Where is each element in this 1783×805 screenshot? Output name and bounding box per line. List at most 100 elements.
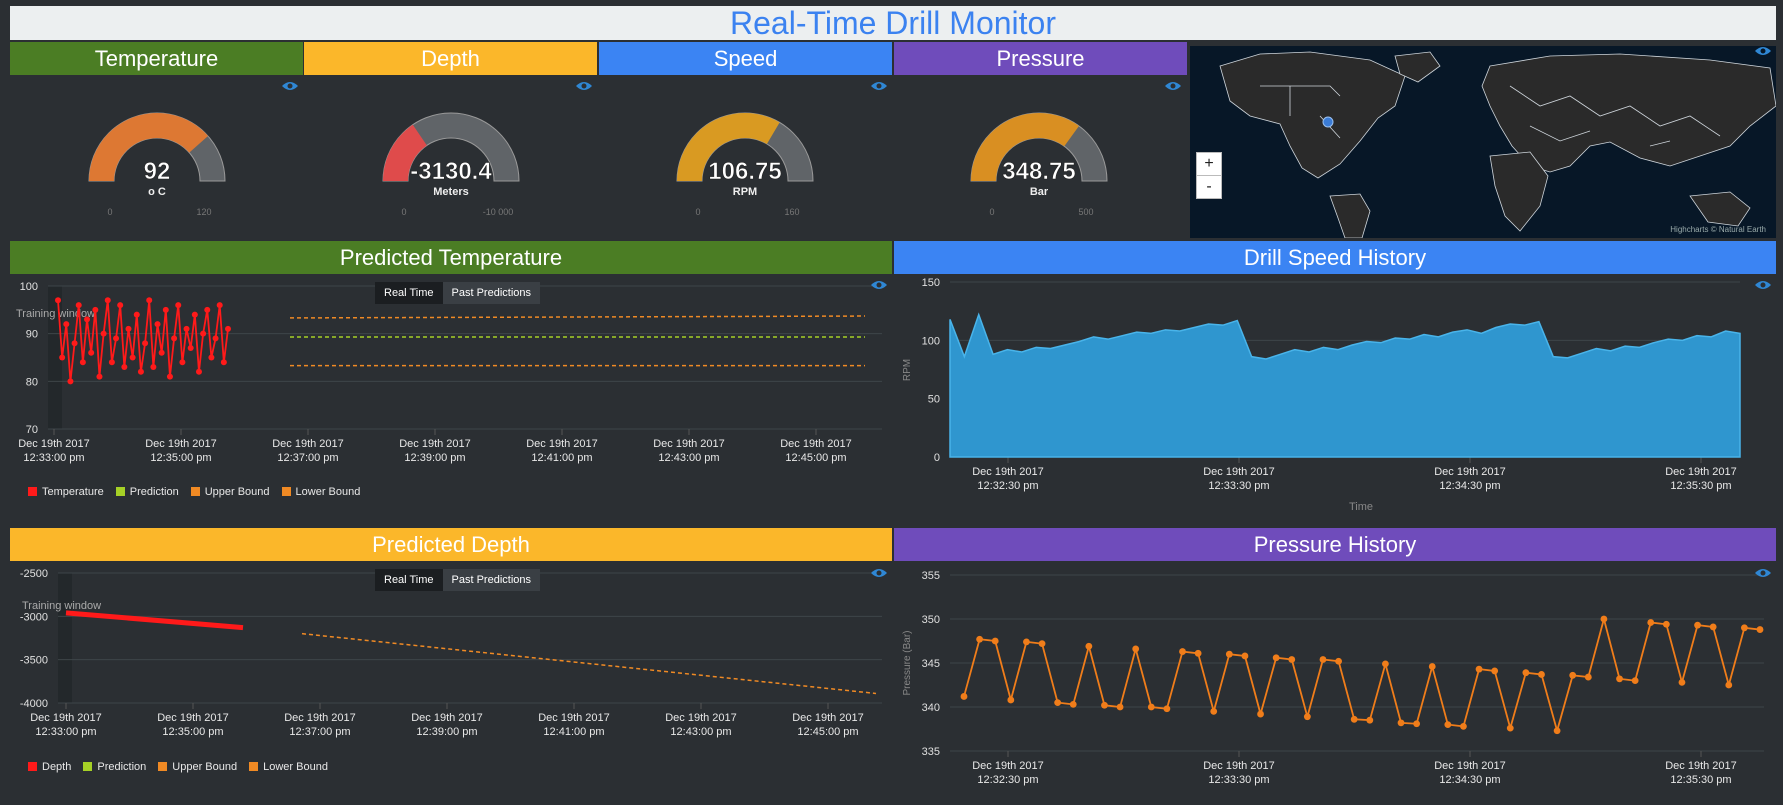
x-tick-label: Dec 19th 2017 xyxy=(653,438,725,450)
temperature-point xyxy=(117,302,124,309)
y-tick-label: 70 xyxy=(26,424,38,436)
x-tick-label: Dec 19th 2017 xyxy=(411,712,483,724)
temperature-point xyxy=(92,306,99,313)
pressure-point xyxy=(1007,696,1015,704)
x-tick-label: Dec 19th 2017 xyxy=(1434,760,1506,772)
pressure-point xyxy=(1194,649,1202,657)
predicted-temperature-eye-icon[interactable] xyxy=(870,279,888,291)
x-tick-label: 12:34:30 pm xyxy=(1439,480,1500,492)
pressure-point xyxy=(1553,727,1561,735)
pressure-point xyxy=(1257,710,1264,718)
temperature-point xyxy=(225,325,231,332)
tab-past-predictions[interactable]: Past Predictions xyxy=(442,569,541,591)
predicted-depth-eye-icon[interactable] xyxy=(870,567,888,579)
y-tick-label: -3500 xyxy=(20,655,48,667)
legend-item-depth[interactable]: Depth xyxy=(28,761,71,773)
pressure-point xyxy=(1366,716,1374,724)
temperature-point xyxy=(100,330,107,337)
y-tick-label: 100 xyxy=(922,335,940,347)
prediction-line xyxy=(301,632,877,695)
map-zoom-out-button[interactable]: - xyxy=(1196,175,1222,199)
temperature-point xyxy=(79,359,86,366)
pressure-point xyxy=(1491,667,1499,675)
pressure-eye-icon-2[interactable] xyxy=(1754,567,1772,579)
training-window-label: Training window xyxy=(16,308,95,320)
drill-speed-eye-icon[interactable] xyxy=(1754,279,1772,291)
pressure-point xyxy=(1584,673,1592,681)
temperature-point xyxy=(195,368,202,375)
y-tick-label: 80 xyxy=(26,376,38,388)
speed-eye-icon[interactable] xyxy=(870,80,888,92)
drill-location-marker xyxy=(1322,116,1334,128)
pressure-point xyxy=(1085,642,1093,650)
y-tick-label: 335 xyxy=(922,746,940,758)
pressure-point xyxy=(1116,703,1124,711)
x-tick-label: Dec 19th 2017 xyxy=(18,438,90,450)
legend-item-lower-bound[interactable]: Lower Bound xyxy=(281,486,360,498)
x-tick-label: Dec 19th 2017 xyxy=(157,712,229,724)
y-tick-label: -2500 xyxy=(20,568,48,580)
temperature-point xyxy=(166,373,173,380)
temperature-point xyxy=(63,321,70,328)
temperature-point xyxy=(171,335,178,342)
pressure-point xyxy=(1225,650,1233,658)
tab-past-predictions[interactable]: Past Predictions xyxy=(442,282,541,304)
temperature-point xyxy=(158,349,165,356)
page-title: Real-Time Drill Monitor xyxy=(10,6,1776,40)
pressure-history-header: Pressure History xyxy=(894,528,1776,561)
legend-item-upper-bound[interactable]: Upper Bound xyxy=(190,486,270,498)
depth-eye-icon[interactable] xyxy=(575,80,593,92)
speed-header: Speed xyxy=(599,42,892,75)
predicted-temperature-chart: 100 90 80 70 Dec 19th 2017 12:33:00 pm Dec 19t… xyxy=(16,281,882,464)
legend-item-prediction[interactable]: Prediction xyxy=(83,761,146,773)
pressure-point xyxy=(1038,640,1046,648)
tab-real-time[interactable]: Real Time xyxy=(375,282,443,304)
gauge-min: 0 xyxy=(989,207,994,217)
x-tick-label: 12:32:30 pm xyxy=(977,774,1038,786)
predicted-depth-chart: -2500 -3000 -3500 -4000 Dec 19th 2017 12:33:0… xyxy=(20,568,882,738)
x-tick-label: Dec 19th 2017 xyxy=(538,712,610,724)
x-tick-label: Dec 19th 2017 xyxy=(972,466,1044,478)
gauge-unit: Meters xyxy=(433,186,468,198)
pressure-point xyxy=(1694,621,1701,629)
gauge-min: 0 xyxy=(401,207,406,217)
x-tick-label: 12:41:00 pm xyxy=(531,452,592,464)
predicted-temperature-header: Predicted Temperature xyxy=(10,241,892,274)
tab-real-time[interactable]: Real Time xyxy=(375,569,443,591)
predicted-temperature-legend: Temperature Prediction Upper Bound Lower… xyxy=(28,486,360,498)
temperature-point xyxy=(133,311,140,318)
x-tick-label: Dec 19th 2017 xyxy=(30,712,102,724)
predicted-depth-legend: Depth Prediction Upper Bound Lower Bound xyxy=(28,761,328,773)
legend-item-upper-bound[interactable]: Upper Bound xyxy=(158,761,237,773)
x-axis-label: Time xyxy=(1349,501,1373,513)
world-map[interactable]: + - Highcharts © Natural Earth xyxy=(1190,46,1776,238)
temperature-point xyxy=(183,325,190,332)
x-tick-label: 12:32:30 pm xyxy=(977,480,1038,492)
temperature-eye-icon[interactable] xyxy=(281,80,299,92)
pressure-point xyxy=(960,693,968,700)
x-tick-label: 12:39:00 pm xyxy=(416,726,477,738)
temperature-point xyxy=(67,378,74,385)
temperature-point xyxy=(187,344,194,351)
pressure-point xyxy=(1678,678,1686,686)
pressure-point xyxy=(1600,615,1608,623)
training-window-label: Training window xyxy=(22,600,101,612)
temperature-point xyxy=(212,335,219,342)
legend-item-prediction[interactable]: Prediction xyxy=(115,486,179,498)
drill-speed-chart: 150 100 50 0 Dec 19th 2017 12:32:30 pm Dec 19t… xyxy=(902,277,1741,513)
map-zoom-in-button[interactable]: + xyxy=(1196,152,1222,176)
drill-speed-history-header: Drill Speed History xyxy=(894,241,1776,274)
pressure-point xyxy=(1054,699,1062,706)
x-tick-label: 12:34:30 pm xyxy=(1439,774,1500,786)
temperature-point xyxy=(175,302,182,309)
pressure-eye-icon[interactable] xyxy=(1164,80,1182,92)
temperature-point xyxy=(200,330,207,337)
pressure-point xyxy=(1382,660,1389,668)
y-tick-label: 350 xyxy=(922,614,940,626)
y-tick-label: 345 xyxy=(922,658,940,670)
map-eye-icon[interactable] xyxy=(1754,46,1772,57)
legend-item-lower-bound[interactable]: Lower Bound xyxy=(249,761,328,773)
pressure-point xyxy=(1616,675,1623,683)
legend-item-temperature[interactable]: Temperature xyxy=(28,486,104,498)
temperature-point xyxy=(96,373,103,380)
